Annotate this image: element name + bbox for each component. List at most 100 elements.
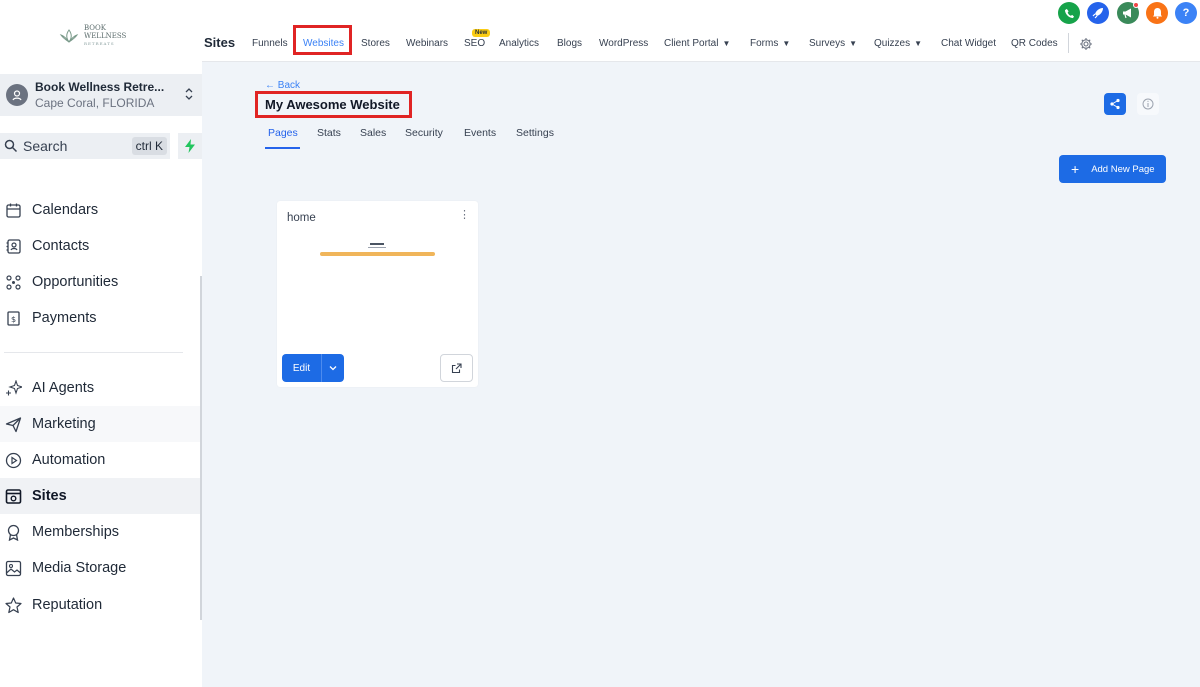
tab-blogs[interactable]: Blogs <box>557 38 582 49</box>
sidebar-item-memberships[interactable]: Memberships <box>0 514 202 550</box>
help-button[interactable]: ? <box>1175 2 1197 24</box>
sites-icon <box>5 488 22 504</box>
account-location: Cape Coral, FLORIDA <box>35 96 155 110</box>
new-badge: New <box>472 29 491 37</box>
thumbnail-subheading <box>368 247 386 248</box>
award-icon <box>7 524 20 541</box>
launchpad-button[interactable] <box>1087 2 1109 24</box>
notification-dot <box>1133 2 1139 8</box>
sidebar-item-label: Payments <box>32 310 97 326</box>
svg-text:$: $ <box>11 315 16 324</box>
search-icon <box>4 139 18 153</box>
sidebar-item-media-storage[interactable]: Media Storage <box>0 550 202 586</box>
add-new-page-button[interactable]: + Add New Page <box>1059 155 1166 183</box>
plus-icon: + <box>1071 161 1080 177</box>
share-button[interactable] <box>1104 93 1126 115</box>
subtab-settings[interactable]: Settings <box>516 127 554 139</box>
chevron-down-icon: ▼ <box>849 39 858 48</box>
tab-chat-widget[interactable]: Chat Widget <box>941 38 996 49</box>
subtab-stats[interactable]: Stats <box>317 127 341 139</box>
avatar <box>6 84 28 106</box>
sidebar-item-label: Reputation <box>32 597 103 613</box>
megaphone-icon <box>1123 8 1131 19</box>
add-new-page-label: Add New Page <box>1091 163 1155 175</box>
tab-stores[interactable]: Stores <box>361 38 390 49</box>
thumbnail-banner <box>320 252 435 256</box>
logo-line-1: BOOK WELLNESS <box>84 24 127 40</box>
sidebar-item-label: Media Storage <box>32 560 127 576</box>
subtab-sales[interactable]: Sales <box>360 127 386 139</box>
subtab-security[interactable]: Security <box>405 127 443 139</box>
subtab-pages[interactable]: Pages <box>268 127 298 139</box>
phone-button[interactable] <box>1058 2 1080 24</box>
tab-funnels[interactable]: Funnels <box>252 38 288 49</box>
sidebar-scrollbar[interactable] <box>200 276 202 620</box>
tab-webinars[interactable]: Webinars <box>406 38 448 49</box>
user-location-icon <box>12 90 22 101</box>
tab-forms[interactable]: Forms ▼ <box>750 38 790 49</box>
tab-wordpress[interactable]: WordPress <box>599 38 648 49</box>
sidebar-item-label: Contacts <box>32 238 90 254</box>
chevron-down-icon <box>329 366 337 371</box>
info-icon <box>1142 98 1154 110</box>
lotus-icon <box>59 29 79 43</box>
tab-separator <box>1068 33 1069 53</box>
chevron-down-icon: ▼ <box>782 39 791 48</box>
sidebar-item-ai-agents[interactable]: AI Agents <box>0 370 202 406</box>
brand-logo[interactable]: BOOK WELLNESS RETREATS <box>58 24 148 48</box>
info-button[interactable] <box>1137 93 1159 115</box>
sidebar-item-contacts[interactable]: Contacts <box>0 228 202 264</box>
sidebar-item-label: Marketing <box>32 416 96 432</box>
account-switcher[interactable]: Book Wellness Retre... Cape Coral, FLORI… <box>0 74 202 116</box>
quick-action-button[interactable] <box>178 133 202 159</box>
chevron-up-down-icon <box>184 86 194 104</box>
tab-label: Forms <box>750 38 779 49</box>
edit-button-group: Edit <box>282 354 344 382</box>
sidebar-item-reputation[interactable]: Reputation <box>0 587 202 623</box>
edit-options-button[interactable] <box>321 354 344 382</box>
tab-label: Quizzes <box>874 38 911 49</box>
more-options-icon[interactable]: ⋮ <box>459 210 470 221</box>
sidebar: BOOK WELLNESS RETREATS Book Wellness Ret… <box>0 0 202 687</box>
sidebar-item-label: Sites <box>32 488 67 504</box>
payments-icon: $ <box>7 310 20 326</box>
sidebar-item-sites[interactable]: Sites <box>0 478 202 514</box>
tab-client-portal[interactable]: Client Portal ▼ <box>664 38 730 49</box>
sidebar-item-label: Opportunities <box>32 274 119 290</box>
search-label: Search <box>23 138 68 154</box>
tab-qr-codes[interactable]: QR Codes <box>1011 38 1058 49</box>
automation-icon <box>5 452 22 468</box>
subtab-events[interactable]: Events <box>464 127 496 139</box>
open-page-button[interactable] <box>440 354 473 382</box>
tab-surveys[interactable]: Surveys ▼ <box>809 38 857 49</box>
phone-icon <box>1064 8 1074 18</box>
help-label: ? <box>1182 7 1190 19</box>
image-icon <box>5 560 22 576</box>
back-link[interactable]: ← Back <box>265 80 300 91</box>
websites-highlight-box <box>293 25 352 55</box>
sidebar-item-label: AI Agents <box>32 380 95 396</box>
send-icon <box>5 416 22 432</box>
page-card[interactable]: home ⋮ Edit <box>277 201 478 387</box>
sidebar-item-label: Automation <box>32 452 106 468</box>
gear-icon[interactable] <box>1079 37 1093 51</box>
star-icon <box>5 596 22 613</box>
tab-analytics[interactable]: Analytics <box>499 38 539 49</box>
sidebar-item-calendars[interactable]: Calendars <box>0 192 202 228</box>
chevron-down-icon: ▼ <box>914 39 923 48</box>
sidebar-item-opportunities[interactable]: Opportunities <box>0 264 202 300</box>
share-icon <box>1110 98 1120 110</box>
sidebar-item-payments[interactable]: $ Payments <box>0 300 202 336</box>
search-bar[interactable]: Search ctrl K <box>0 133 170 159</box>
logo-line-2: RETREATS <box>84 41 115 46</box>
external-link-icon <box>451 362 462 373</box>
tab-seo[interactable]: SEO <box>464 38 485 49</box>
sidebar-item-automation[interactable]: Automation <box>0 442 202 478</box>
announcements-button[interactable] <box>1117 2 1139 24</box>
tab-quizzes[interactable]: Quizzes ▼ <box>874 38 922 49</box>
notifications-button[interactable] <box>1146 2 1168 24</box>
edit-button[interactable]: Edit <box>282 354 321 382</box>
sidebar-item-marketing[interactable]: Marketing <box>0 406 202 442</box>
account-name: Book Wellness Retre... <box>35 80 165 94</box>
rocket-icon <box>1092 8 1103 19</box>
